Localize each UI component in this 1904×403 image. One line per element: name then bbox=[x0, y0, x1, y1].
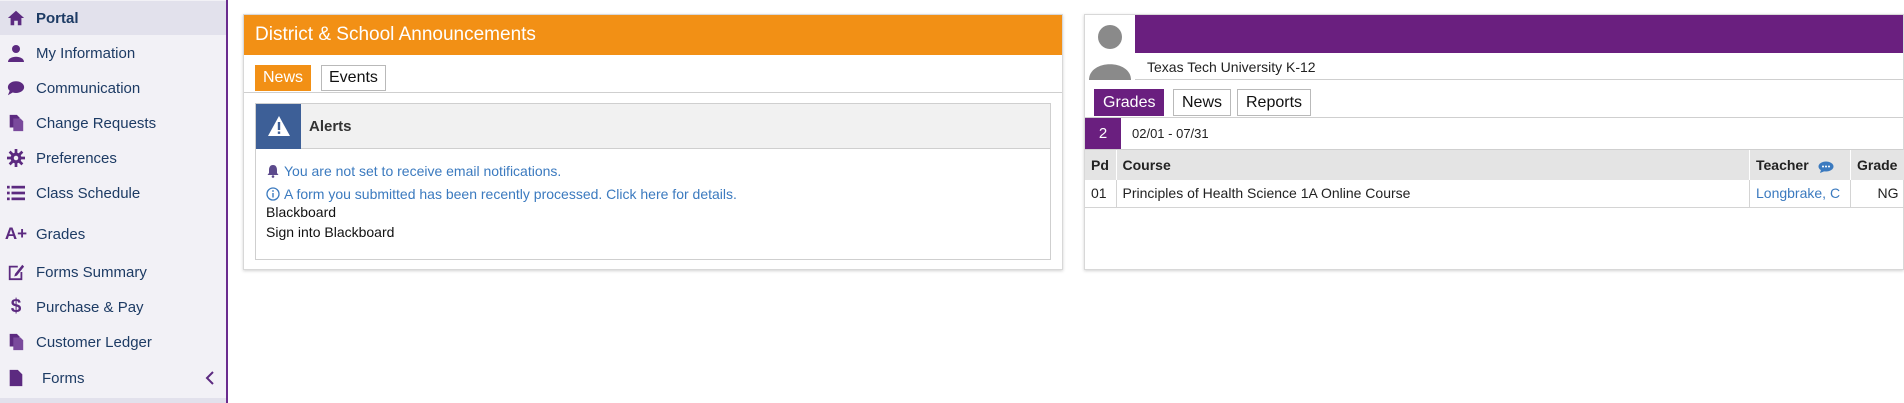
sidebar-item-forms-summary[interactable]: Forms Summary bbox=[0, 255, 226, 289]
sidebar-item-label: Change Requests bbox=[36, 114, 157, 132]
announcements-panel: District & School Announcements News Eve… bbox=[243, 14, 1063, 270]
column-teacher-label: Teacher bbox=[1756, 157, 1809, 173]
sidebar-item-label: My Information bbox=[36, 44, 136, 62]
grades-table-header: Pd Course Teacher Grade bbox=[1085, 150, 1904, 180]
sidebar-item-class-schedule[interactable]: Class Schedule bbox=[0, 176, 226, 210]
bell-icon bbox=[266, 164, 280, 178]
info-icon bbox=[266, 187, 280, 201]
sidebar-item-customer-ledger[interactable]: Customer Ledger bbox=[0, 325, 226, 359]
term-number[interactable]: 2 bbox=[1085, 118, 1121, 149]
sidebar-item-label: Grades bbox=[36, 225, 86, 243]
column-pd: Pd bbox=[1085, 150, 1117, 180]
email-notification-link[interactable]: You are not set to receive email notific… bbox=[284, 163, 561, 179]
column-grade: Grade bbox=[1850, 150, 1904, 180]
grades-panel: Texas Tech University K-12 Grades News R… bbox=[1084, 14, 1904, 270]
sidebar: Portal My Information Communication Chan… bbox=[0, 0, 228, 403]
row-teacher-link[interactable]: Longbrake, C bbox=[1749, 180, 1851, 208]
sidebar-item-change-requests[interactable]: Change Requests bbox=[0, 106, 226, 140]
column-course: Course bbox=[1116, 150, 1750, 180]
comment-icon[interactable] bbox=[1818, 160, 1834, 174]
sidebar-item-label: Preferences bbox=[36, 149, 117, 167]
form-processed-alert[interactable]: A form you submitted has been recently p… bbox=[266, 186, 737, 202]
sidebar-footer bbox=[0, 398, 226, 403]
tab-news[interactable]: News bbox=[255, 65, 312, 91]
sidebar-item-portal[interactable]: Portal bbox=[0, 1, 226, 35]
alerts-title: Alerts bbox=[309, 117, 352, 135]
sidebar-item-label: Purchase & Pay bbox=[36, 298, 144, 316]
sidebar-item-label: Portal bbox=[36, 9, 79, 27]
row-course: Principles of Health Science 1A Online C… bbox=[1116, 180, 1750, 208]
sidebar-item-communication[interactable]: Communication bbox=[0, 71, 226, 105]
form-processed-link[interactable]: A form you submitted has been recently p… bbox=[284, 186, 737, 202]
row-grade: NG bbox=[1850, 180, 1904, 208]
chevron-left-icon[interactable] bbox=[204, 370, 218, 386]
grades-table: Pd Course Teacher Grade 01 Principles of… bbox=[1085, 150, 1904, 208]
table-row: 01 Principles of Health Science 1A Onlin… bbox=[1085, 180, 1904, 208]
alerts-box: Alerts You are not set to receive email … bbox=[255, 103, 1051, 260]
blackboard-signin-link[interactable]: Sign into Blackboard bbox=[266, 224, 394, 240]
gear-icon bbox=[5, 147, 27, 169]
sidebar-item-label: Forms bbox=[42, 369, 85, 387]
edit-form-icon bbox=[5, 261, 27, 283]
sidebar-item-label: Communication bbox=[36, 79, 141, 97]
sidebar-item-label: Class Schedule bbox=[36, 184, 141, 202]
tab-grades[interactable]: Grades bbox=[1094, 89, 1165, 116]
announcements-tabbar: News Events bbox=[244, 55, 1062, 93]
sidebar-item-my-information[interactable]: My Information bbox=[0, 36, 226, 70]
file-icon bbox=[5, 367, 27, 389]
documents-icon bbox=[5, 112, 27, 134]
dollar-icon: $ bbox=[10, 296, 22, 317]
sidebar-item-purchase-pay[interactable]: $ Purchase & Pay bbox=[0, 290, 226, 324]
ledger-icon bbox=[5, 331, 27, 353]
alerts-header: Alerts bbox=[256, 103, 1050, 149]
grades-tabbar: Grades News Reports bbox=[1085, 80, 1903, 117]
row-pd: 01 bbox=[1085, 180, 1117, 208]
email-notification-alert[interactable]: You are not set to receive email notific… bbox=[266, 163, 561, 179]
sidebar-item-label: Customer Ledger bbox=[36, 333, 152, 351]
tab-reports[interactable]: Reports bbox=[1237, 89, 1312, 116]
announcements-header: District & School Announcements bbox=[244, 15, 1062, 55]
tab-news[interactable]: News bbox=[1173, 89, 1232, 116]
sidebar-item-preferences[interactable]: Preferences bbox=[0, 141, 226, 175]
chat-bubble-icon bbox=[5, 77, 27, 99]
a-plus-icon: A+ bbox=[4, 224, 28, 243]
student-banner bbox=[1135, 15, 1903, 53]
list-icon bbox=[5, 182, 27, 204]
sidebar-item-grades[interactable]: A+ Grades bbox=[0, 217, 226, 251]
column-teacher: Teacher bbox=[1749, 150, 1851, 180]
term-range: 02/01 - 07/31 bbox=[1132, 126, 1209, 141]
sidebar-item-forms[interactable]: Forms bbox=[0, 361, 226, 395]
user-icon bbox=[5, 42, 27, 64]
school-name: Texas Tech University K-12 bbox=[1147, 59, 1316, 75]
blackboard-label: Blackboard bbox=[266, 204, 337, 220]
tab-events[interactable]: Events bbox=[321, 65, 386, 91]
sidebar-item-label: Forms Summary bbox=[36, 263, 147, 281]
student-header: Texas Tech University K-12 bbox=[1085, 15, 1903, 80]
avatar[interactable] bbox=[1085, 15, 1135, 80]
home-icon bbox=[5, 7, 27, 29]
warning-icon bbox=[256, 103, 301, 149]
term-row: 2 02/01 - 07/31 bbox=[1085, 117, 1903, 150]
